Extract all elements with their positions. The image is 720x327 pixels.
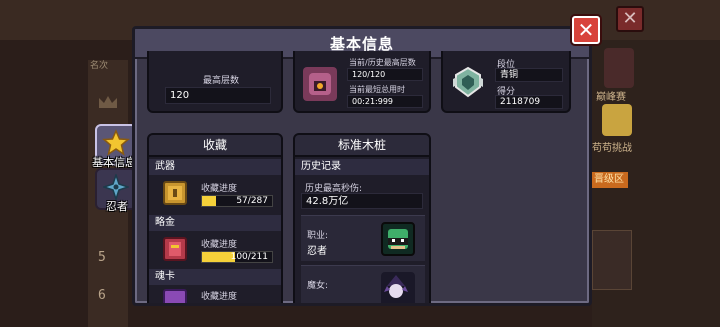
max-floor-panel: 最高层数 120	[147, 51, 283, 113]
witch-portrait-icon	[381, 272, 415, 303]
tier-panel	[592, 230, 632, 290]
purple-card-icon	[163, 289, 187, 303]
challenge-label: 苟苟挑战	[592, 143, 632, 154]
category-soul-card: 魂卡	[149, 269, 281, 285]
score-value: 2118709	[495, 95, 563, 109]
gold-progress-label: 收藏进度	[201, 240, 238, 250]
weapon-progress-bar: 57/287	[201, 195, 273, 207]
time-value: 00:21:999	[347, 95, 423, 108]
class-card: 职业: 忍者	[301, 215, 425, 261]
gold-progress-bar: 100/211	[201, 251, 273, 263]
witch-card: 魔女:	[301, 265, 425, 303]
run-record-panel: 当前/历史最高层数 120/120 当前最短总用时 00:21:999	[293, 51, 431, 113]
peak-match-icon	[604, 48, 634, 88]
max-floor-value: 120	[165, 87, 271, 104]
training-dummy-title: 标准木桩	[295, 135, 429, 157]
floors-label: 当前/历史最高层数	[349, 58, 416, 67]
promotion-zone-tag: 晋级区	[590, 172, 628, 188]
close-button[interactable]: ✕	[572, 16, 600, 44]
max-floor-label: 最高层数	[203, 76, 240, 86]
floors-value: 120/120	[347, 68, 423, 81]
boss-portrait-icon	[303, 67, 337, 101]
weapon-chest-icon	[163, 181, 187, 205]
peak-match-label: 巅峰赛	[596, 92, 626, 103]
collection-panel: 收藏 武器 收藏进度 57/287 略金 收藏进度 100/211 魂卡 收藏进…	[147, 133, 283, 303]
weapon-progress-text: 57/287	[236, 196, 268, 206]
challenge-icon	[602, 104, 632, 136]
rank-header: 名次	[90, 61, 109, 71]
max-dps-value: 42.8万亿	[301, 193, 423, 209]
category-gold: 略金	[149, 215, 281, 231]
rank-value: 青铜	[495, 68, 563, 82]
gold-progress-text: 100/211	[230, 252, 268, 262]
red-book-icon	[163, 237, 187, 261]
background-rank-5: 5	[98, 250, 106, 265]
soul-card-progress-label: 收藏进度	[201, 292, 238, 302]
basic-info-dialog: 基本信息 最高层数 120 当前/历史最高层数 120/120 当前最短总用时 …	[132, 26, 592, 306]
close-icon: ✕	[577, 18, 595, 42]
class-value: 忍者	[307, 246, 327, 257]
bronze-rank-badge-icon	[451, 65, 485, 99]
time-label: 当前最短总用时	[349, 85, 405, 94]
weapon-progress-fill	[202, 196, 216, 206]
class-label: 职业:	[307, 231, 329, 241]
crown-icon	[98, 94, 118, 110]
tab-ninja-label: 忍者	[106, 200, 128, 213]
ninja-portrait-icon	[381, 222, 415, 256]
history-header: 历史记录	[295, 159, 429, 175]
training-dummy-panel: 标准木桩 历史记录 历史最高秒伤: 42.8万亿 职业: 忍者 魔女:	[293, 133, 431, 303]
witch-label: 魔女:	[307, 281, 329, 291]
background-rank-6: 6	[98, 288, 106, 303]
weapon-progress-label: 收藏进度	[201, 184, 238, 194]
collection-title: 收藏	[149, 135, 281, 157]
background-close-icon: ✕	[616, 6, 644, 32]
category-weapon: 武器	[149, 159, 281, 175]
rank-panel: 段位 青铜 得分 2118709	[441, 51, 571, 113]
